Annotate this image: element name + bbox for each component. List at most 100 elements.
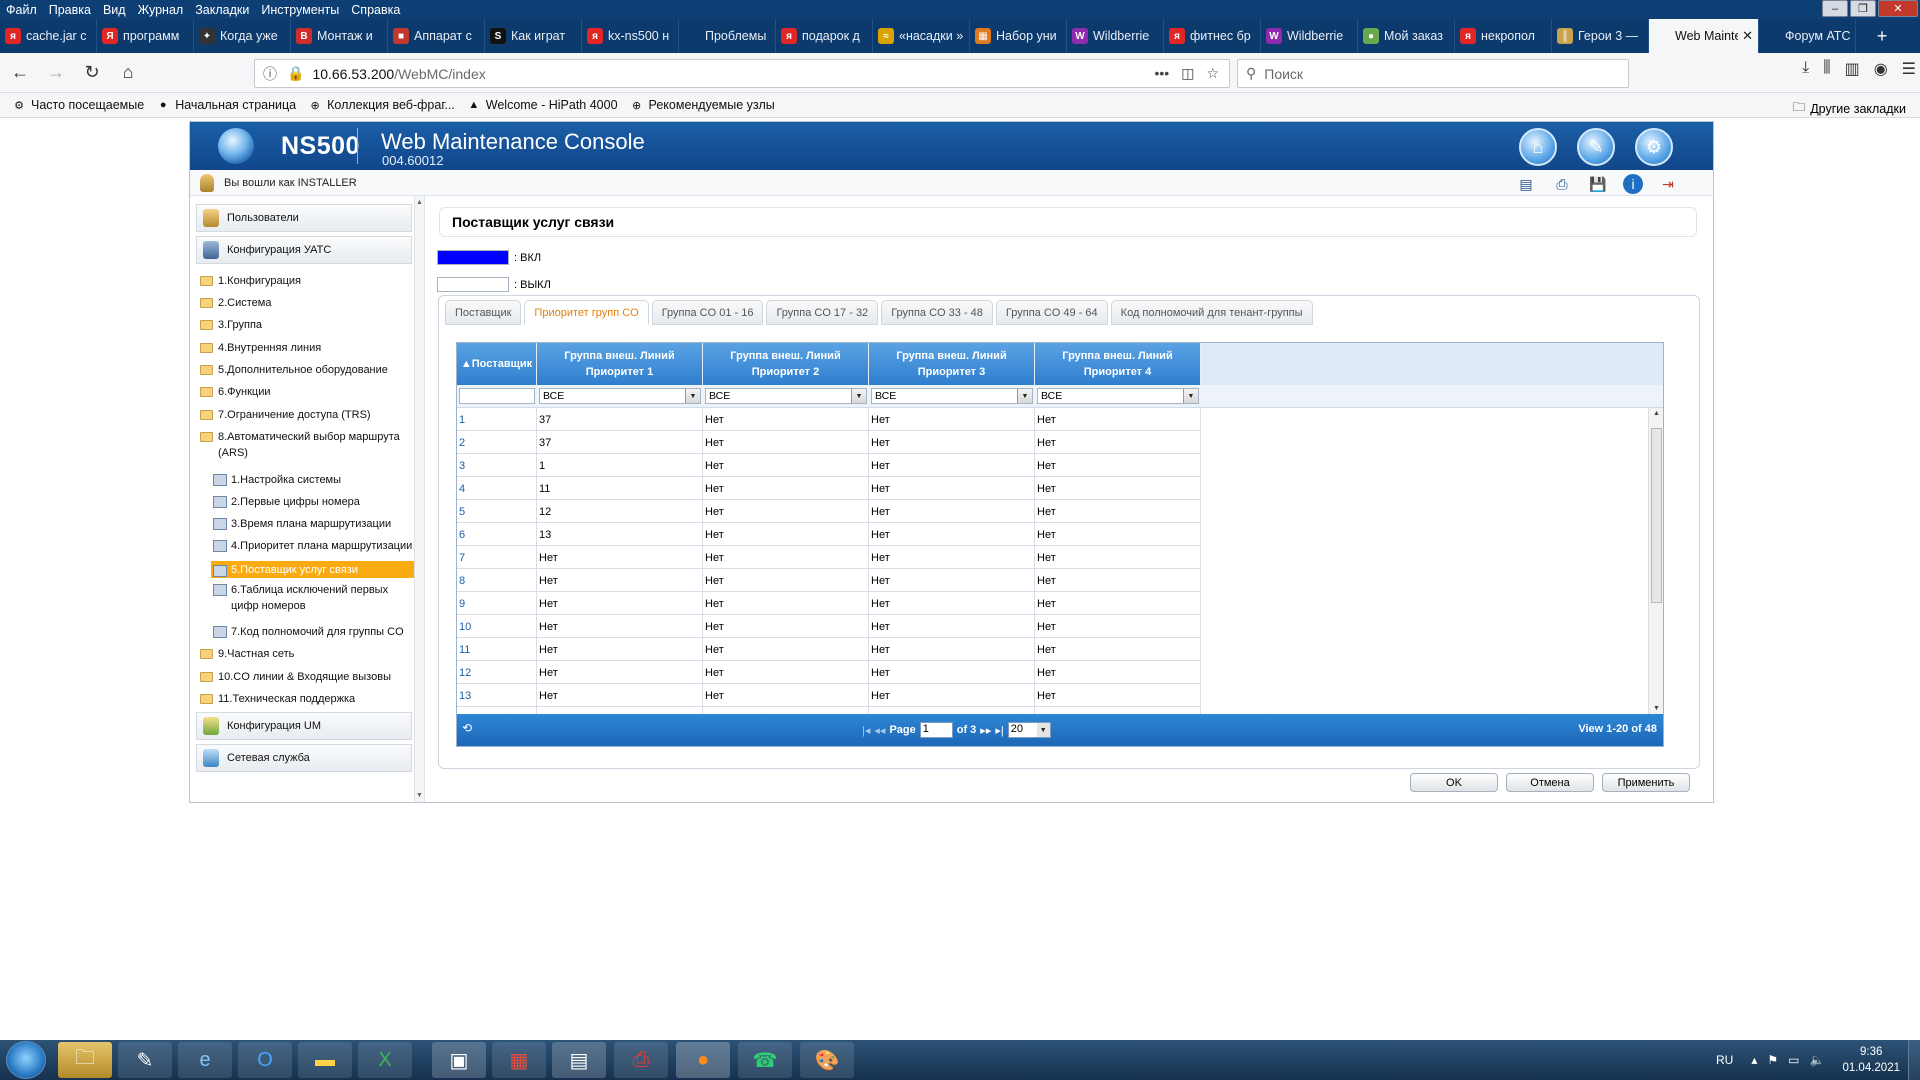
back-icon[interactable]: ← [4, 57, 36, 89]
co-group-cell[interactable]: Нет [869, 523, 1035, 546]
alarm-log-icon[interactable]: ▤ [1515, 174, 1537, 194]
scroll-up-icon[interactable]: ▲ [1653, 410, 1660, 417]
bookmark-item[interactable]: ⊕ Рекомендуемые узлы [630, 98, 775, 112]
pbx-app-icon[interactable]: ☎ [738, 1042, 792, 1078]
sidebar-icon[interactable]: ▥ [1845, 59, 1860, 79]
co-group-cell[interactable]: 37 [537, 408, 703, 431]
sidebar-section-network[interactable]: Сетевая служба [196, 744, 412, 772]
bookmark-item[interactable]: ▲ Welcome - HiPath 4000 [467, 98, 617, 112]
outlook-icon[interactable]: O [238, 1042, 292, 1078]
sidebar-item-extension[interactable]: 4.Внутренняя линия [200, 340, 415, 356]
co-group-cell[interactable]: Нет [1035, 477, 1201, 500]
sidebar-item-system[interactable]: 2.Система [200, 295, 415, 311]
search-input[interactable]: ⚲ Поиск [1237, 59, 1629, 88]
new-tab-icon[interactable]: + [1856, 19, 1908, 53]
co-group-cell[interactable]: 12 [537, 500, 703, 523]
show-desktop-button[interactable] [1908, 1040, 1920, 1080]
tab-item[interactable]: Поставщик [445, 300, 522, 325]
carrier-filter-input[interactable] [459, 388, 535, 404]
browser-tab[interactable]: ■ Аппарат с [388, 19, 485, 53]
start-button[interactable] [6, 1041, 46, 1079]
pdf-reader-icon[interactable]: ⎙ [614, 1042, 668, 1078]
table-row[interactable]: 10 Нет Нет Нет Нет [457, 615, 1201, 638]
tab-item[interactable]: Группа CO 01 - 16 [651, 300, 764, 325]
notes-icon[interactable]: ✎ [118, 1042, 172, 1078]
app-icon[interactable]: ▬ [298, 1042, 352, 1078]
show-hidden-icons-icon[interactable]: ▴ [1751, 1053, 1757, 1067]
table-row[interactable]: 3 1 Нет Нет Нет [457, 454, 1201, 477]
other-bookmarks[interactable]: 🗀 Другие закладки [1793, 98, 1906, 119]
sidebar-subitem-carrier[interactable]: 5.Поставщик услуг связи [211, 561, 424, 578]
co-group-cell[interactable]: Нет [537, 615, 703, 638]
table-row[interactable]: 5 12 Нет Нет Нет [457, 500, 1201, 523]
home-icon[interactable]: ⌂ [1519, 128, 1557, 166]
table-row[interactable]: 2 37 Нет Нет Нет [457, 431, 1201, 454]
co-group-cell[interactable]: Нет [869, 477, 1035, 500]
co-group-cell[interactable]: Нет [703, 546, 869, 569]
co-group-cell[interactable]: Нет [1035, 592, 1201, 615]
sidebar-subitem-routing-time[interactable]: 3.Время плана маршрутизации [211, 516, 416, 532]
forward-icon[interactable]: → [40, 57, 72, 89]
menu-item[interactable]: Закладки [189, 3, 255, 17]
table-row[interactable]: 13 Нет Нет Нет Нет [457, 684, 1201, 707]
table-row[interactable]: 9 Нет Нет Нет Нет [457, 592, 1201, 615]
browser-tab[interactable]: ▦ Набор уни [970, 19, 1067, 53]
tab-item[interactable]: Код полномочий для тенант-группы [1110, 300, 1313, 325]
co-group-cell[interactable]: Нет [1035, 546, 1201, 569]
sidebar-subitem-system-setting[interactable]: 1.Настройка системы [211, 472, 416, 488]
apply-button[interactable]: Применить [1602, 773, 1690, 792]
browser-tab[interactable]: B Монтаж и [291, 19, 388, 53]
logout-icon[interactable]: ⇥ [1657, 174, 1679, 194]
pocket-icon[interactable]: ◫ [1181, 65, 1194, 82]
co-group-cell[interactable]: Нет [703, 661, 869, 684]
co-group-cell[interactable]: 37 [537, 431, 703, 454]
clock[interactable]: 9:36 01.04.2021 [1842, 1044, 1900, 1076]
browser-tab[interactable]: ║ Герои 3 — [1552, 19, 1649, 53]
browser-tab[interactable]: Япрограмм [97, 19, 194, 53]
co-group-cell[interactable]: Нет [703, 477, 869, 500]
sidebar-subitem-authorization-code[interactable]: 7.Код полномочий для группы CO [211, 624, 416, 640]
app-menu-icon[interactable]: ☰ [1902, 59, 1916, 79]
priority-filter-select[interactable]: ВСЕ ▼ [871, 388, 1033, 404]
table-row[interactable]: 1 37 Нет Нет Нет [457, 408, 1201, 431]
sidebar-item-features[interactable]: 6.Функции [200, 384, 415, 400]
sidebar-subitem-routing-priority[interactable]: 4.Приоритет плана маршрутизации [211, 538, 416, 554]
bookmark-star-icon[interactable]: ☆ [1206, 65, 1219, 82]
column-header[interactable]: ▲Поставщик [457, 343, 537, 385]
co-group-cell[interactable]: Нет [703, 408, 869, 431]
co-group-cell[interactable]: Нет [537, 638, 703, 661]
browser-tab[interactable]: я подарок д [776, 19, 873, 53]
browser-tab[interactable]: S Как играт [485, 19, 582, 53]
co-group-cell[interactable]: Нет [869, 661, 1035, 684]
co-group-cell[interactable]: 13 [537, 523, 703, 546]
co-group-cell[interactable]: Нет [869, 408, 1035, 431]
minimize-icon[interactable]: – [1822, 0, 1848, 17]
library-icon[interactable]: ⫼ [1823, 59, 1830, 79]
co-group-cell[interactable]: Нет [1035, 661, 1201, 684]
scroll-thumb[interactable] [1651, 428, 1662, 603]
browser-tab[interactable]: я некропол [1455, 19, 1552, 53]
grid-scrollbar[interactable]: ▲ ▼ [1648, 408, 1663, 714]
co-group-cell[interactable]: Нет [1035, 615, 1201, 638]
tab-item[interactable]: Группа CO 17 - 32 [766, 300, 879, 325]
flag-icon[interactable]: ⚑ [1767, 1053, 1778, 1067]
network-app-icon[interactable]: ▣ [432, 1042, 486, 1078]
table-row[interactable]: 8 Нет Нет Нет Нет [457, 569, 1201, 592]
table-row[interactable]: 4 11 Нет Нет Нет [457, 477, 1201, 500]
menu-item[interactable]: Инструменты [255, 3, 345, 17]
browser-tab[interactable]: W Wildberrie [1261, 19, 1358, 53]
language-indicator[interactable]: RU [1716, 1053, 1733, 1067]
sidebar-scrollbar[interactable]: ▲ ▼ [414, 196, 424, 802]
save-icon[interactable]: 💾 [1587, 174, 1609, 194]
browser-tab[interactable]: я фитнес бр [1164, 19, 1261, 53]
sidebar-subitem-leading-digits[interactable]: 2.Первые цифры номера [211, 494, 416, 510]
co-group-cell[interactable]: Нет [703, 431, 869, 454]
priority-filter-select[interactable]: ВСЕ ▼ [705, 388, 867, 404]
co-group-cell[interactable]: Нет [703, 500, 869, 523]
table-row[interactable]: 7 Нет Нет Нет Нет [457, 546, 1201, 569]
bookmark-item[interactable]: ⚙ Часто посещаемые [12, 98, 144, 112]
co-group-cell[interactable]: Нет [703, 615, 869, 638]
network-icon[interactable]: ▭ [1788, 1053, 1799, 1067]
menu-item[interactable]: Вид [97, 3, 132, 17]
co-group-cell[interactable]: Нет [869, 500, 1035, 523]
